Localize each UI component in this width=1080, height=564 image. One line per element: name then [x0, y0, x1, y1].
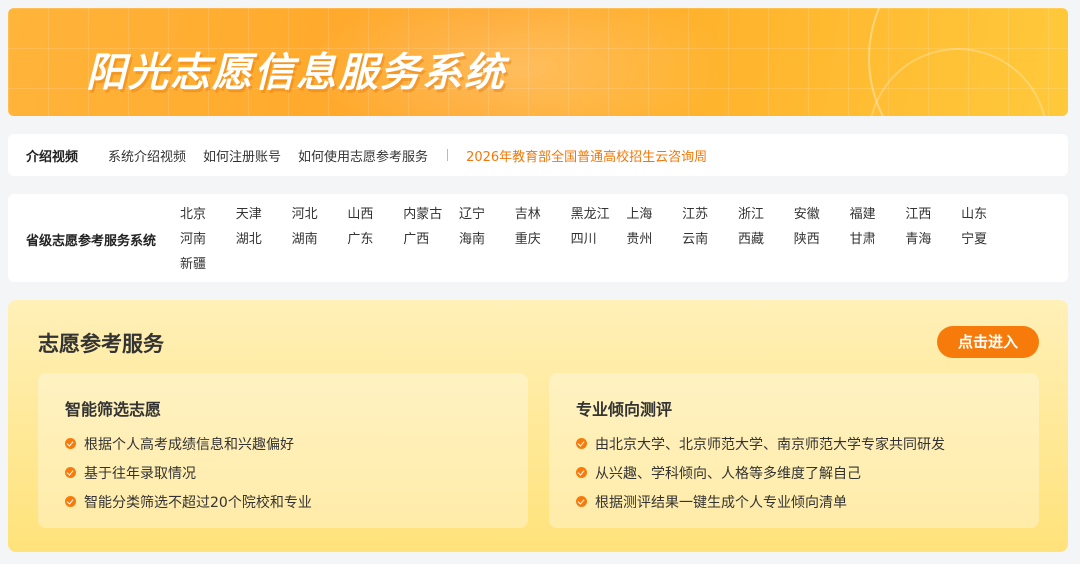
- banner-title: 阳光志愿信息服务系统: [86, 50, 506, 96]
- province-link[interactable]: 内蒙古: [403, 202, 459, 227]
- check-icon: [65, 467, 76, 478]
- feature-item: 根据个人高考成绩信息和兴趣偏好: [65, 429, 312, 458]
- feature-list: 根据个人高考成绩信息和兴趣偏好 基于往年录取情况 智能分类筛选不超过20个院校和…: [65, 429, 312, 516]
- feature-text: 根据个人高考成绩信息和兴趣偏好: [84, 436, 294, 453]
- feature-text: 由北京大学、北京师范大学、南京师范大学专家共同研发: [595, 436, 945, 453]
- province-link[interactable]: 河北: [292, 202, 348, 227]
- province-link[interactable]: 甘肃: [850, 227, 906, 252]
- province-link[interactable]: 上海: [626, 202, 682, 227]
- province-link[interactable]: 广西: [403, 227, 459, 252]
- province-link[interactable]: 云南: [682, 227, 738, 252]
- province-link[interactable]: 天津: [236, 202, 292, 227]
- province-systems-label: 省级志愿参考服务系统: [26, 234, 157, 249]
- province-link[interactable]: 湖北: [236, 227, 292, 252]
- check-icon: [65, 438, 76, 449]
- province-link[interactable]: 西藏: [738, 227, 794, 252]
- province-list: 北京 天津 河北 山西 内蒙古 辽宁 吉林 黑龙江 上海 江苏 浙江 安徽 福建 江西 山东河南 湖北 湖南 广东…: [180, 202, 1060, 277]
- province-link[interactable]: 浙江: [738, 202, 794, 227]
- feature-item: 由北京大学、北京师范大学、南京师范大学专家共同研发: [576, 429, 945, 458]
- province-link[interactable]: 安徽: [794, 202, 850, 227]
- intro-video-label: 介绍视频: [26, 149, 79, 165]
- smart-filter-card: 智能筛选志愿 根据个人高考成绩信息和兴趣偏好 基于往年录取情况 智能分类筛选不超…: [38, 373, 528, 528]
- video-link-system-intro[interactable]: 系统介绍视频: [108, 146, 186, 165]
- province-link[interactable]: 新疆: [180, 252, 236, 277]
- video-link-how-to-use[interactable]: 如何使用志愿参考服务: [298, 146, 428, 165]
- service-title: 志愿参考服务: [38, 332, 164, 356]
- province-link[interactable]: 宁夏: [961, 227, 1017, 252]
- check-icon: [576, 467, 587, 478]
- volunteer-reference-service: 志愿参考服务 点击进入 智能筛选志愿 根据个人高考成绩信息和兴趣偏好 基于往年录…: [8, 300, 1068, 552]
- feature-text: 基于往年录取情况: [84, 465, 196, 482]
- province-link[interactable]: 黑龙江: [571, 202, 627, 227]
- feature-item: 从兴趣、学科倾向、人格等多维度了解自己: [576, 458, 945, 487]
- feature-text: 根据测评结果一键生成个人专业倾向清单: [595, 494, 847, 511]
- province-link[interactable]: 辽宁: [459, 202, 515, 227]
- feature-item: 智能分类筛选不超过20个院校和专业: [65, 487, 312, 516]
- province-link[interactable]: 吉林: [515, 202, 571, 227]
- feature-item: 基于往年录取情况: [65, 458, 312, 487]
- consultation-week-link[interactable]: 2026年教育部全国普通高校招生云咨询周: [466, 146, 707, 165]
- province-link[interactable]: 贵州: [626, 227, 682, 252]
- check-icon: [65, 496, 76, 507]
- province-link[interactable]: 湖南: [292, 227, 348, 252]
- province-link[interactable]: 福建: [850, 202, 906, 227]
- province-link[interactable]: 海南: [459, 227, 515, 252]
- province-link[interactable]: 北京: [180, 202, 236, 227]
- video-link-register[interactable]: 如何注册账号: [203, 146, 281, 165]
- check-icon: [576, 438, 587, 449]
- feature-list: 由北京大学、北京师范大学、南京师范大学专家共同研发 从兴趣、学科倾向、人格等多维…: [576, 429, 945, 516]
- province-link[interactable]: 山西: [347, 202, 403, 227]
- divider: [447, 149, 449, 161]
- province-systems-panel: 省级志愿参考服务系统 北京 天津 河北 山西 内蒙古 辽宁 吉林 黑龙江 上海 江苏 浙江 安徽 福建江…: [8, 194, 1068, 282]
- check-icon: [576, 496, 587, 507]
- province-link[interactable]: 山东: [961, 202, 1017, 227]
- feature-text: 从兴趣、学科倾向、人格等多维度了解自己: [595, 465, 861, 482]
- enter-button[interactable]: 点击进入: [937, 326, 1039, 358]
- province-link[interactable]: 江西: [905, 202, 961, 227]
- header-banner: 阳光志愿信息服务系统: [8, 8, 1068, 116]
- intro-video-bar: 介绍视频 系统介绍视频 如何注册账号 如何使用志愿参考服务 2026年教育部全国…: [8, 134, 1068, 176]
- feature-item: 根据测评结果一键生成个人专业倾向清单: [576, 487, 945, 516]
- card-title: 专业倾向测评: [576, 400, 673, 419]
- province-link[interactable]: 青海: [905, 227, 961, 252]
- province-link[interactable]: 四川: [571, 227, 627, 252]
- province-link[interactable]: 河南: [180, 227, 236, 252]
- major-assessment-card: 专业倾向测评 由北京大学、北京师范大学、南京师范大学专家共同研发 从兴趣、学科倾…: [549, 373, 1039, 528]
- feature-text: 智能分类筛选不超过20个院校和专业: [84, 494, 312, 511]
- province-link[interactable]: 广东: [347, 227, 403, 252]
- province-link[interactable]: 陕西: [794, 227, 850, 252]
- province-link[interactable]: 江苏: [682, 202, 738, 227]
- card-title: 智能筛选志愿: [65, 400, 162, 419]
- province-link[interactable]: 重庆: [515, 227, 571, 252]
